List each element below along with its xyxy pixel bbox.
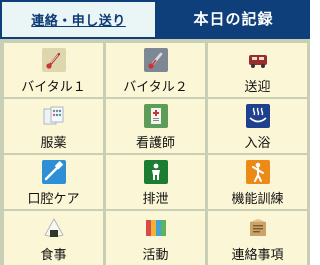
menu-nurse-label: 看護師 — [135, 136, 175, 151]
exercise-icon — [245, 160, 270, 184]
menu-function-training[interactable]: 機能訓練 — [208, 155, 307, 209]
menu-notes[interactable]: 連絡事項 — [208, 211, 307, 265]
memo-icon — [246, 216, 270, 240]
menu-medication[interactable]: 服薬 — [4, 99, 103, 153]
menu-vital-2-label: バイタル２ — [123, 80, 188, 95]
toothbrush-icon — [41, 160, 66, 184]
menu-meal-label: 食事 — [40, 248, 67, 263]
tab-today-record-label: 本日の記録 — [193, 10, 274, 28]
menu-transport[interactable]: 送迎 — [208, 43, 307, 97]
menu-function-training-label: 機能訓練 — [231, 192, 284, 207]
tab-contact-handover-label: 連絡・申し送り — [31, 14, 126, 29]
menu-notes-label: 連絡事項 — [231, 248, 284, 263]
bath-icon — [245, 104, 270, 128]
record-menu-grid: バイタル１ バイタル２ 送迎 服薬 看護師 入浴 口腔ケア 排泄 機能訓練 食事… — [0, 39, 310, 265]
menu-medication-label: 服薬 — [40, 136, 67, 151]
menu-meal[interactable]: 食事 — [4, 211, 103, 265]
menu-oral-care-label: 口腔ケア — [27, 192, 80, 207]
rice-ball-icon — [42, 216, 66, 240]
menu-vital-1[interactable]: バイタル１ — [4, 43, 103, 97]
menu-activity-label: 活動 — [142, 248, 169, 263]
menu-bathing[interactable]: 入浴 — [208, 99, 307, 153]
menu-transport-label: 送迎 — [244, 80, 271, 95]
menu-bathing-label: 入浴 — [244, 136, 271, 151]
menu-oral-care[interactable]: 口腔ケア — [4, 155, 103, 209]
medicine-icon — [42, 104, 66, 128]
tab-bar: 連絡・申し送り 本日の記録 — [0, 0, 310, 39]
menu-nurse[interactable]: 看護師 — [106, 99, 205, 153]
tab-contact-handover[interactable]: 連絡・申し送り — [0, 0, 157, 37]
activity-icon — [144, 216, 168, 240]
car-icon — [246, 48, 270, 72]
toilet-icon — [143, 160, 168, 184]
menu-excretion[interactable]: 排泄 — [106, 155, 205, 209]
thermometer-icon — [41, 48, 66, 72]
menu-vital-1-label: バイタル１ — [21, 80, 86, 95]
menu-vital-2[interactable]: バイタル２ — [106, 43, 205, 97]
menu-excretion-label: 排泄 — [142, 192, 169, 207]
tab-today-record[interactable]: 本日の記録 — [157, 0, 310, 37]
menu-activity[interactable]: 活動 — [106, 211, 205, 265]
nurse-icon — [143, 104, 168, 128]
thermometer-icon — [143, 48, 168, 72]
